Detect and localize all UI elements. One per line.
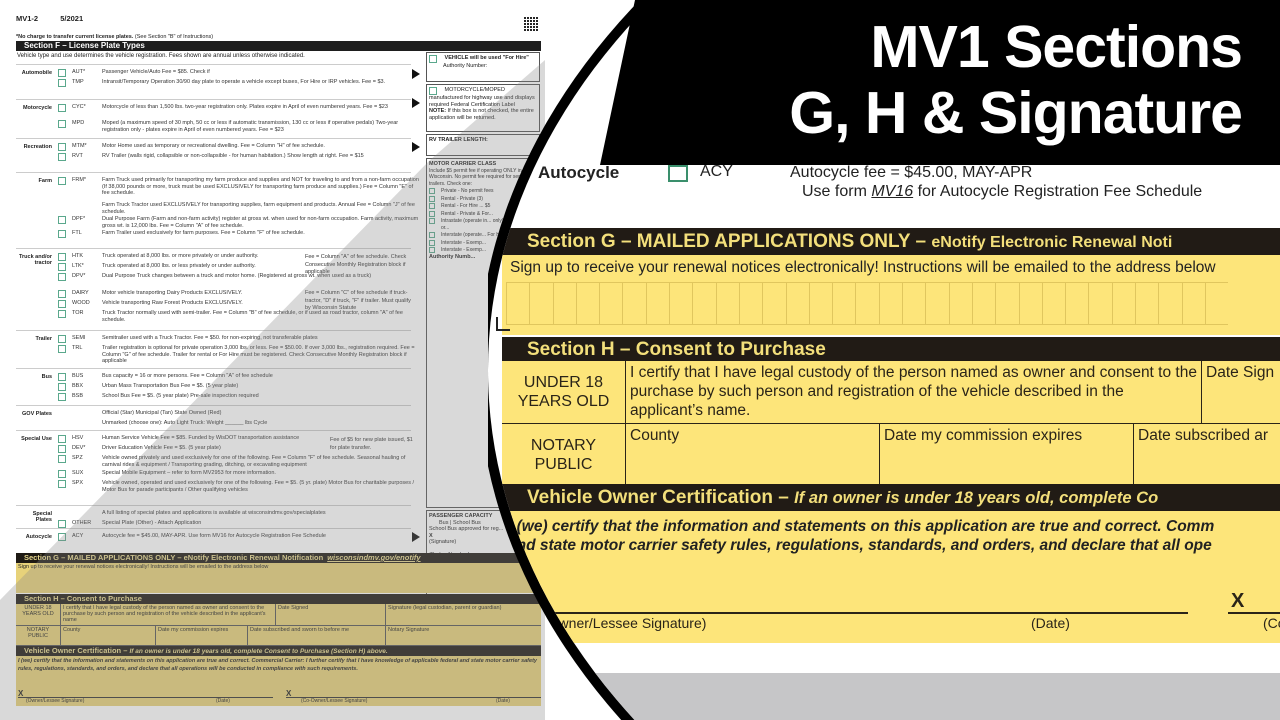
email-character-box[interactable] [622, 282, 646, 325]
email-character-box[interactable] [552, 282, 576, 325]
email-character-box[interactable] [1018, 282, 1042, 325]
acy-description: Autocycle fee = $45.00, MAY-APR Use form… [790, 164, 1203, 200]
notary-public-label: NOTARY PUBLIC [502, 424, 626, 485]
email-character-box[interactable] [645, 282, 670, 325]
email-character-box[interactable] [878, 282, 903, 325]
title-banner: MV1 Sections G, H & Signature [600, 0, 1280, 165]
email-character-box[interactable] [785, 282, 809, 325]
date-subscribed-field[interactable]: Date subscribed ar [1134, 424, 1280, 485]
email-character-box[interactable] [995, 282, 1019, 325]
email-character-box[interactable] [902, 282, 926, 325]
email-character-box[interactable] [948, 282, 972, 325]
section-g-instructions: Sign up to receive your renewal notices … [510, 259, 1216, 276]
co-owner-signature-line[interactable] [1228, 612, 1280, 614]
date-signed-field[interactable]: Date Sign [1202, 361, 1280, 424]
county-field[interactable]: County [626, 424, 880, 485]
email-character-box[interactable] [1041, 282, 1066, 325]
email-character-box[interactable] [1135, 282, 1159, 325]
email-character-box[interactable] [1065, 282, 1089, 325]
acy-checkbox[interactable] [668, 165, 688, 182]
email-character-box[interactable] [971, 282, 996, 325]
email-character-box[interactable] [855, 282, 879, 325]
email-character-box[interactable] [1204, 282, 1229, 325]
co-owner-signature-label: (Co [1263, 615, 1280, 631]
custody-certification-text: I certify that I have legal custody of t… [626, 361, 1202, 424]
certification-text: I (we) certify that the information and … [508, 518, 1215, 554]
commission-expires-field[interactable]: Date my commission expires [880, 424, 1134, 485]
magnifier-shadow [0, 60, 545, 720]
email-character-box[interactable] [832, 282, 856, 325]
section-h-area: UNDER 18 YEARS OLD I certify that I have… [502, 361, 1280, 485]
email-character-box[interactable] [1088, 282, 1112, 325]
email-character-box[interactable] [762, 282, 786, 325]
section-h-header: Section H – Consent to Purchase [502, 337, 1280, 361]
email-character-box[interactable] [1158, 282, 1182, 325]
email-character-box[interactable] [738, 282, 763, 325]
email-character-box[interactable] [575, 282, 600, 325]
email-character-box[interactable] [1181, 282, 1205, 325]
section-g-area: Sign up to receive your renewal notices … [502, 255, 1280, 335]
email-character-box[interactable] [692, 282, 716, 325]
acy-code: ACY [700, 163, 733, 180]
owner-signature-label: (Owner/Lessee Signature) [543, 615, 707, 631]
vehicle-owner-certification-header: Vehicle Owner Certification – If an owne… [502, 484, 1280, 511]
email-character-box[interactable] [808, 282, 833, 325]
email-character-box[interactable] [529, 282, 553, 325]
section-g-header: Section G – MAILED APPLICATIONS ONLY – e… [502, 228, 1280, 255]
email-character-box[interactable] [599, 282, 623, 325]
email-address-field[interactable] [506, 282, 1229, 325]
email-character-box[interactable] [715, 282, 739, 325]
email-character-box[interactable] [669, 282, 693, 325]
email-character-box[interactable] [1111, 282, 1136, 325]
email-character-box[interactable] [925, 282, 949, 325]
owner-signature-line[interactable] [508, 612, 1188, 614]
background-form-page: MV1-2 5/2021 *No charge to transfer curr… [0, 0, 545, 720]
mv16-link[interactable]: MV16 [871, 183, 913, 200]
under-18-label: UNDER 18 YEARS OLD [502, 361, 626, 424]
autocycle-category: Autocycle [538, 163, 620, 182]
crop-mark [496, 317, 510, 331]
date-label: (Date) [1031, 615, 1070, 631]
video-title: MV1 Sections G, H & Signature [789, 14, 1243, 146]
co-owner-x-mark: X [1231, 590, 1245, 612]
